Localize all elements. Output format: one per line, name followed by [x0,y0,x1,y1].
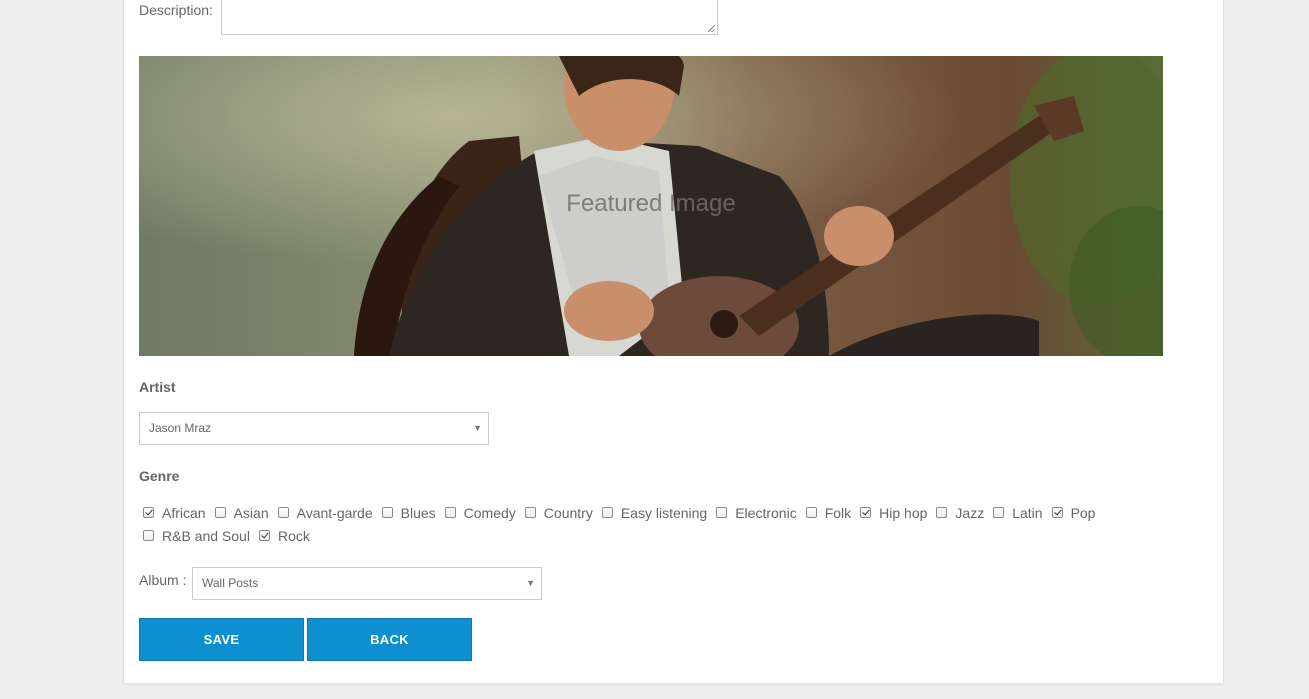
genre-option[interactable]: Blues [381,504,436,521]
artist-label: Artist [139,379,176,395]
genre-option-label: African [162,504,206,521]
genre-checkbox[interactable] [444,507,456,518]
genre-label: Genre [139,468,180,484]
genre-checkbox[interactable] [143,530,154,541]
genre-checkbox-group: African Asian Avant-garde Blues Comedy Countr… [143,501,1143,547]
genre-option[interactable]: Avant-garde [277,504,373,521]
genre-option-label: Rock [277,527,310,544]
resize-grip-icon[interactable] [708,25,715,32]
form-panel: Description: Featured Image Artist Jason… [123,0,1224,684]
genre-checkbox[interactable] [277,507,289,518]
genre-checkbox[interactable] [381,507,393,518]
chevron-down-icon: ▼ [473,423,482,433]
artist-select[interactable]: Jason Mraz ▼ [139,412,489,445]
genre-checkbox[interactable] [524,507,536,518]
description-label: Description: [139,2,213,18]
genre-checkbox[interactable] [214,507,226,518]
chevron-down-icon: ▼ [526,578,535,588]
genre-option-label: Avant-garde [296,504,373,521]
genre-checkbox[interactable] [860,507,872,518]
genre-option[interactable]: Rock [258,527,310,544]
genre-option[interactable]: Folk [805,504,852,521]
genre-checkbox[interactable] [993,507,1005,518]
genre-option-label: Jazz [955,504,985,521]
genre-option-label: Electronic [735,504,797,521]
genre-checkbox[interactable] [1051,507,1063,518]
genre-option[interactable]: R&B and Soul [143,528,250,544]
genre-option-label: Asian [233,504,269,521]
genre-checkbox[interactable] [143,507,154,518]
genre-checkbox[interactable] [936,507,948,518]
album-label: Album : [139,572,187,588]
genre-option[interactable]: Asian [214,504,269,521]
featured-image-caption: Featured Image [566,190,736,217]
description-textarea[interactable] [221,0,718,35]
genre-checkbox[interactable] [805,507,817,518]
genre-option-label: Folk [824,504,852,521]
album-select[interactable]: Wall Posts ▼ [192,567,542,600]
genre-option[interactable]: Easy listening [601,504,708,521]
genre-option-label: R&B and Soul [162,527,250,544]
genre-checkbox[interactable] [258,530,270,541]
genre-option[interactable]: Comedy [444,504,516,521]
genre-option-label: Easy listening [620,504,708,521]
genre-checkbox[interactable] [601,507,613,518]
genre-option-label: Country [543,504,593,521]
genre-option[interactable]: Electronic [716,504,797,521]
genre-option-label: Latin [1012,504,1043,521]
genre-option-label: Comedy [463,504,516,521]
save-button[interactable]: SAVE [139,618,304,661]
genre-checkbox[interactable] [716,507,728,518]
genre-option[interactable]: Country [524,504,593,521]
featured-image[interactable]: Featured Image [139,56,1163,356]
artist-select-value: Jason Mraz [149,421,212,435]
genre-option-label: Hip hop [879,504,928,521]
album-select-value: Wall Posts [202,576,259,590]
genre-option-label: Blues [400,504,436,521]
genre-option[interactable]: Jazz [936,505,984,521]
genre-row: R&B and Soul Rock [143,524,1143,547]
genre-option[interactable]: Latin [993,504,1043,521]
back-button[interactable]: BACK [307,618,472,661]
genre-row: African Asian Avant-garde Blues Comedy Countr… [143,501,1143,524]
genre-option[interactable]: Hip hop [860,505,927,521]
genre-option[interactable]: Pop [1051,504,1096,521]
genre-option[interactable]: African [143,505,206,521]
genre-option-label: Pop [1070,504,1096,521]
